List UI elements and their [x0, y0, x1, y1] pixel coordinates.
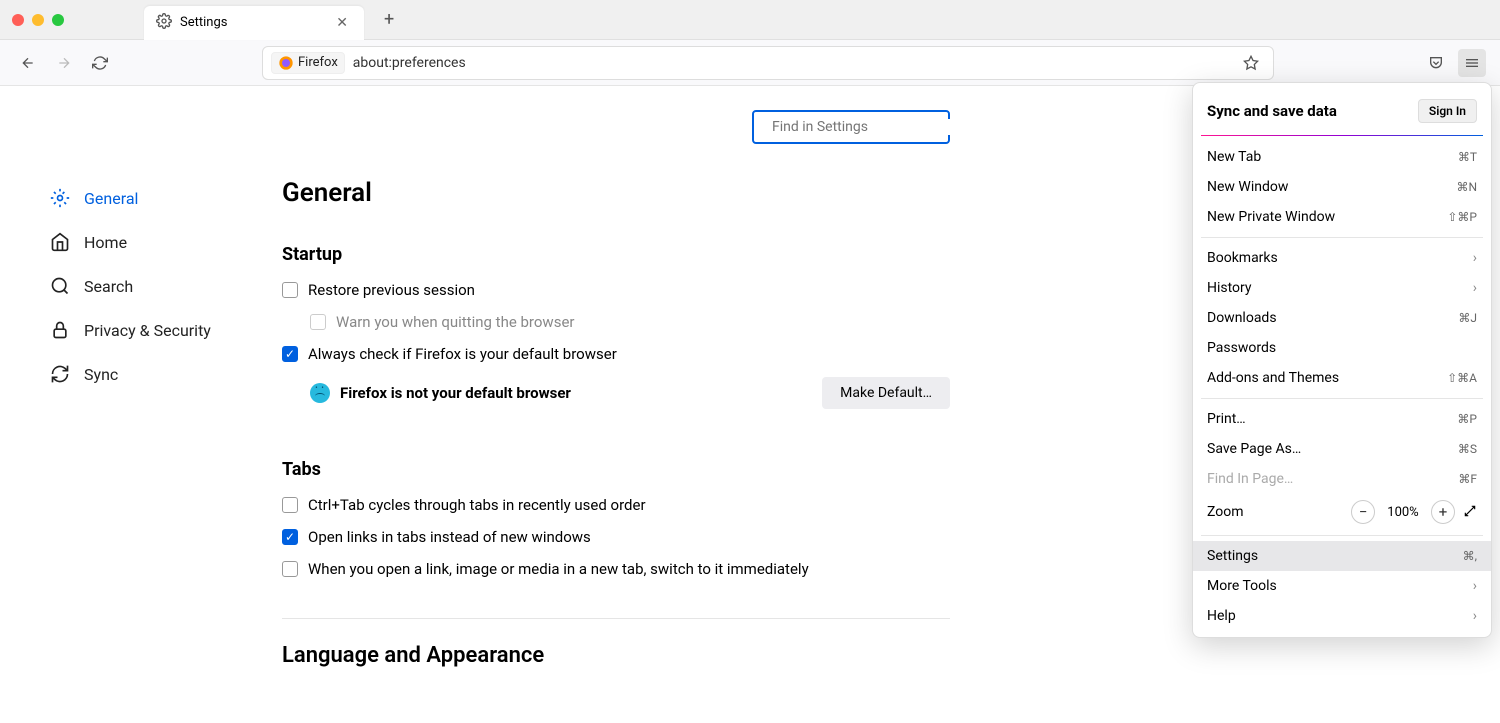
restore-session-checkbox[interactable]: Restore previous session	[282, 281, 950, 299]
find-in-settings[interactable]	[752, 110, 950, 144]
new-tab-button[interactable]: +	[376, 5, 402, 34]
sidebar-item-label: Privacy & Security	[84, 321, 211, 340]
lock-icon	[50, 320, 70, 340]
menu-passwords[interactable]: Passwords	[1193, 333, 1491, 363]
page-title: General	[282, 178, 950, 208]
menu-sync-header: Sync and save data Sign In	[1193, 89, 1491, 135]
checkbox-icon	[282, 529, 298, 545]
menu-print[interactable]: Print…⌘P	[1193, 404, 1491, 434]
menu-more-tools[interactable]: More Tools›	[1193, 571, 1491, 601]
menu-downloads[interactable]: Downloads⌘J	[1193, 303, 1491, 333]
sync-icon	[50, 364, 70, 384]
firefox-icon	[278, 55, 294, 71]
checkbox-icon	[310, 314, 326, 330]
settings-sidebar: General Home Search Privacy & Security S…	[0, 86, 270, 723]
chevron-right-icon: ›	[1473, 578, 1477, 594]
warn-quit-checkbox: Warn you when quitting the browser	[310, 313, 950, 331]
tab-title: Settings	[180, 15, 324, 30]
forward-button[interactable]	[50, 49, 78, 77]
site-identity-label: Firefox	[298, 55, 338, 70]
menu-bookmarks[interactable]: Bookmarks›	[1193, 243, 1491, 273]
menu-find-in-page: Find In Page…⌘F	[1193, 464, 1491, 494]
ctrl-tab-checkbox[interactable]: Ctrl+Tab cycles through tabs in recently…	[282, 496, 950, 514]
zoom-out-button[interactable]: −	[1351, 500, 1375, 524]
checkbox-label: Ctrl+Tab cycles through tabs in recently…	[308, 496, 646, 514]
zoom-value: 100%	[1383, 505, 1423, 520]
zoom-in-button[interactable]: +	[1431, 500, 1455, 524]
close-window-button[interactable]	[12, 14, 24, 26]
chevron-right-icon: ›	[1473, 608, 1477, 624]
sidebar-item-label: Home	[84, 233, 127, 252]
menu-new-private-window[interactable]: New Private Window⇧⌘P	[1193, 202, 1491, 232]
menu-settings[interactable]: Settings⌘,	[1193, 541, 1491, 571]
menu-history[interactable]: History›	[1193, 273, 1491, 303]
minimize-window-button[interactable]	[32, 14, 44, 26]
default-browser-status: Firefox is not your default browser	[340, 384, 822, 402]
sidebar-item-home[interactable]: Home	[44, 220, 250, 264]
checkbox-label: When you open a link, image or media in …	[308, 560, 809, 578]
sidebar-item-general[interactable]: General	[44, 176, 250, 220]
sidebar-item-label: General	[84, 189, 138, 208]
back-button[interactable]	[14, 49, 42, 77]
bookmark-star-button[interactable]	[1237, 49, 1265, 77]
sidebar-item-label: Sync	[84, 365, 118, 384]
sidebar-item-sync[interactable]: Sync	[44, 352, 250, 396]
titlebar: Settings ✕ +	[0, 0, 1500, 40]
menu-save-page[interactable]: Save Page As…⌘S	[1193, 434, 1491, 464]
window-controls	[12, 14, 64, 26]
app-menu-button[interactable]	[1458, 49, 1486, 77]
menu-zoom-row: Zoom − 100% +	[1193, 494, 1491, 530]
menu-separator	[1201, 398, 1483, 399]
gear-icon	[156, 13, 172, 33]
menu-help[interactable]: Help›	[1193, 601, 1491, 631]
menu-separator	[1201, 237, 1483, 238]
startup-heading: Startup	[282, 244, 950, 265]
sidebar-item-privacy[interactable]: Privacy & Security	[44, 308, 250, 352]
sidebar-item-search[interactable]: Search	[44, 264, 250, 308]
url-bar[interactable]: Firefox about:preferences	[262, 46, 1274, 80]
menu-sync-title: Sync and save data	[1207, 102, 1418, 120]
chevron-right-icon: ›	[1473, 280, 1477, 296]
close-tab-button[interactable]: ✕	[332, 13, 352, 33]
menu-addons[interactable]: Add-ons and Themes⇧⌘A	[1193, 363, 1491, 393]
settings-main: General Startup Restore previous session…	[270, 86, 1010, 723]
checkbox-label: Warn you when quitting the browser	[336, 313, 574, 331]
always-check-default-checkbox[interactable]: Always check if Firefox is your default …	[282, 345, 950, 363]
menu-gradient-divider	[1201, 135, 1483, 136]
default-browser-row: Firefox is not your default browser Make…	[310, 377, 950, 409]
search-icon	[50, 276, 70, 296]
open-links-tabs-checkbox[interactable]: Open links in tabs instead of new window…	[282, 528, 950, 546]
switch-immediate-checkbox[interactable]: When you open a link, image or media in …	[282, 560, 950, 578]
tabs-heading: Tabs	[282, 459, 950, 480]
checkbox-label: Restore previous session	[308, 281, 475, 299]
chevron-right-icon: ›	[1473, 250, 1477, 266]
sign-in-button[interactable]: Sign In	[1418, 99, 1477, 123]
toolbar: Firefox about:preferences	[0, 40, 1500, 86]
checkbox-icon	[282, 561, 298, 577]
browser-tab[interactable]: Settings ✕	[144, 6, 364, 40]
site-identity[interactable]: Firefox	[271, 52, 345, 74]
app-menu-panel: Sync and save data Sign In New Tab⌘T New…	[1192, 82, 1492, 638]
sad-face-icon	[310, 383, 330, 403]
checkbox-icon	[282, 497, 298, 513]
menu-new-window[interactable]: New Window⌘N	[1193, 172, 1491, 202]
language-appearance-heading: Language and Appearance	[282, 643, 950, 668]
checkbox-label: Always check if Firefox is your default …	[308, 345, 617, 363]
pocket-button[interactable]	[1422, 49, 1450, 77]
fullscreen-button[interactable]	[1463, 503, 1477, 522]
menu-new-tab[interactable]: New Tab⌘T	[1193, 142, 1491, 172]
menu-separator	[1201, 535, 1483, 536]
home-icon	[50, 232, 70, 252]
make-default-button[interactable]: Make Default…	[822, 377, 950, 409]
checkbox-label: Open links in tabs instead of new window…	[308, 528, 591, 546]
gear-icon	[50, 188, 70, 208]
maximize-window-button[interactable]	[52, 14, 64, 26]
checkbox-icon	[282, 282, 298, 298]
reload-button[interactable]	[86, 49, 114, 77]
search-input[interactable]	[772, 119, 950, 135]
checkbox-icon	[282, 346, 298, 362]
zoom-label: Zoom	[1207, 504, 1343, 520]
url-text: about:preferences	[353, 55, 1229, 71]
sidebar-item-label: Search	[84, 277, 133, 296]
